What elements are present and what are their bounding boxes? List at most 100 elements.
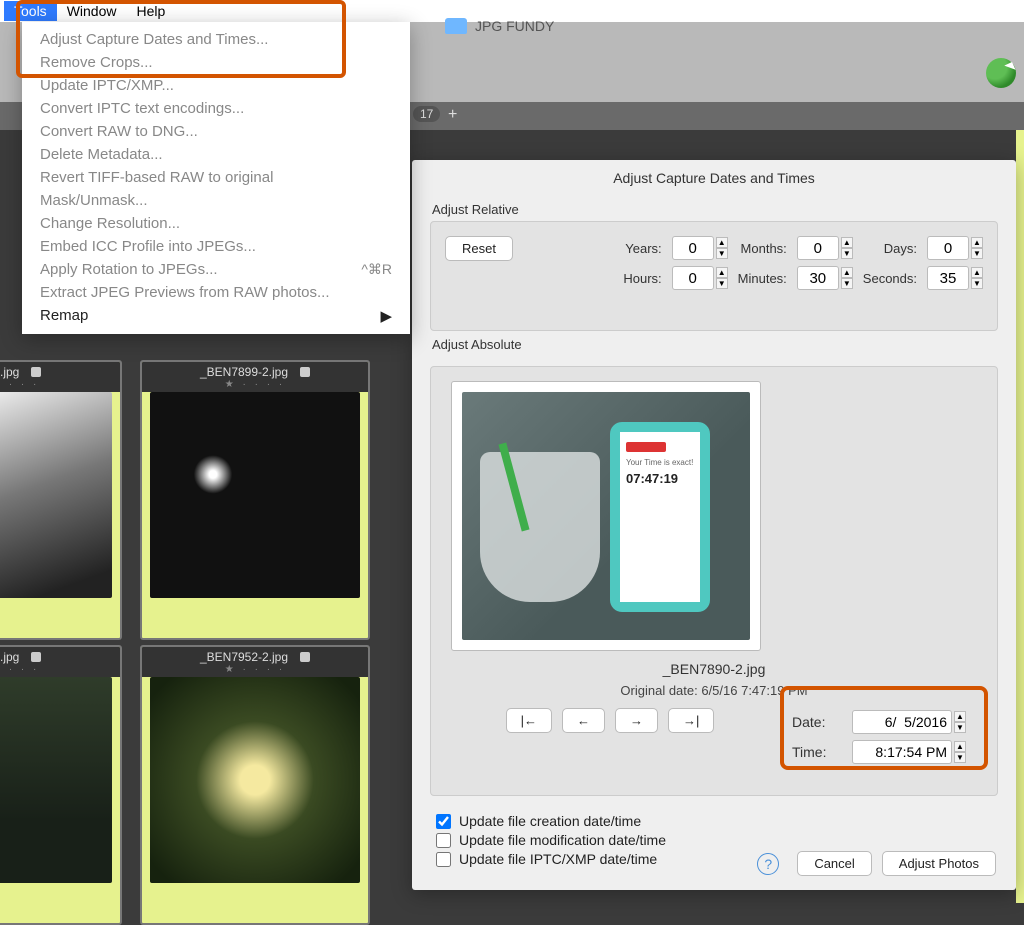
thumb-filename: 4-2.jpg (0, 650, 19, 664)
thumb-cell[interactable]: 4-2.jpg· · · · · (0, 645, 122, 925)
stepper-up-icon[interactable]: ▲ (971, 267, 983, 278)
breadcrumb-folder[interactable]: JPG FUNDY (445, 18, 554, 34)
seconds-input[interactable] (927, 266, 969, 290)
folder-name: JPG FUNDY (475, 18, 554, 34)
menuitem-apply-rotation-label: Apply Rotation to JPEGs... (40, 261, 218, 278)
days-label: Days: (863, 241, 917, 256)
adjust-relative-section: Reset Years: ▲▼ Months: ▲▼ Days: ▲▼ Hour… (430, 221, 998, 331)
seconds-stepper[interactable]: ▲▼ (927, 266, 983, 290)
thumb-flag-icon (31, 652, 41, 662)
nav-next-button[interactable]: → (615, 708, 658, 733)
stepper-down-icon[interactable]: ▼ (954, 722, 966, 733)
menuitem-remove-crops[interactable]: Remove Crops... (22, 51, 410, 74)
preview-phone-banner (626, 442, 666, 452)
tools-dropdown: Adjust Capture Dates and Times... Remove… (22, 22, 410, 334)
menuitem-mask-unmask[interactable]: Mask/Unmask... (22, 189, 410, 212)
menuitem-convert-encodings[interactable]: Convert IPTC text encodings... (22, 97, 410, 120)
submenu-arrow-icon: ▶ (380, 307, 392, 325)
nav-prev-button[interactable]: ← (562, 708, 605, 733)
stepper-up-icon[interactable]: ▲ (954, 711, 966, 722)
menu-tools[interactable]: Tools (4, 1, 57, 21)
preview-nav: |← ← → →| (445, 708, 775, 733)
stepper-up-icon[interactable]: ▲ (841, 237, 853, 248)
thumb-filename: _BEN7899-2.jpg (200, 365, 288, 379)
menuitem-update-iptc[interactable]: Update IPTC/XMP... (22, 74, 410, 97)
hours-stepper[interactable]: ▲▼ (672, 266, 728, 290)
add-tab-button[interactable]: + (448, 106, 457, 124)
adjust-absolute-section: Your Time is exact! 07:47:19 _BEN7890-2.… (430, 366, 998, 796)
dialog-buttons: ? Cancel Adjust Photos (757, 851, 996, 876)
stepper-down-icon[interactable]: ▼ (971, 248, 983, 259)
count-badge: 17 (413, 106, 440, 122)
adjust-photos-button[interactable]: Adjust Photos (882, 851, 996, 876)
thumb-image (150, 392, 360, 598)
dialog-title: Adjust Capture Dates and Times (412, 160, 1016, 196)
preview-straw (498, 442, 529, 531)
cancel-button[interactable]: Cancel (797, 851, 871, 876)
stepper-down-icon[interactable]: ▼ (841, 278, 853, 289)
minutes-stepper[interactable]: ▲▼ (797, 266, 853, 290)
check-iptc-box[interactable] (436, 852, 451, 867)
stepper-down-icon[interactable]: ▼ (841, 248, 853, 259)
stepper-down-icon[interactable]: ▼ (954, 752, 966, 763)
check-modification-label: Update file modification date/time (459, 832, 666, 848)
stepper-up-icon[interactable]: ▲ (954, 741, 966, 752)
reset-button[interactable]: Reset (445, 236, 513, 261)
check-modification[interactable]: Update file modification date/time (436, 832, 992, 848)
stepper-up-icon[interactable]: ▲ (716, 237, 728, 248)
relative-grid: Years: ▲▼ Months: ▲▼ Days: ▲▼ Hours: ▲▼ … (623, 236, 983, 290)
preview-image: Your Time is exact! 07:47:19 (462, 392, 750, 640)
preview-phone: Your Time is exact! 07:47:19 (610, 422, 710, 612)
date-input[interactable] (852, 710, 952, 734)
menuitem-adjust-dates[interactable]: Adjust Capture Dates and Times... (22, 28, 410, 51)
time-stepper[interactable]: ▲▼ (852, 740, 966, 764)
date-stepper[interactable]: ▲▼ (852, 710, 966, 734)
menuitem-delete-metadata[interactable]: Delete Metadata... (22, 143, 410, 166)
menuitem-apply-rotation[interactable]: Apply Rotation to JPEGs... ^⌘R (22, 258, 410, 281)
stepper-up-icon[interactable]: ▲ (841, 267, 853, 278)
stepper-down-icon[interactable]: ▼ (716, 248, 728, 259)
menuitem-convert-raw-dng[interactable]: Convert RAW to DNG... (22, 120, 410, 143)
days-input[interactable] (927, 236, 969, 260)
thumb-cell[interactable]: _BEN7899-2.jpg★ · · · · (140, 360, 370, 640)
preview-phone-time: 07:47:19 (626, 471, 694, 486)
adjust-absolute-label: Adjust Absolute (412, 331, 1016, 356)
days-stepper[interactable]: ▲▼ (927, 236, 983, 260)
preview-frame: Your Time is exact! 07:47:19 (451, 381, 761, 651)
preview-filename: _BEN7890-2.jpg (445, 661, 983, 677)
folder-icon (445, 18, 467, 34)
thumb-image (0, 392, 112, 598)
stepper-down-icon[interactable]: ▼ (971, 278, 983, 289)
check-creation-box[interactable] (436, 814, 451, 829)
menuitem-change-resolution[interactable]: Change Resolution... (22, 212, 410, 235)
menuitem-revert-tiff-raw[interactable]: Revert TIFF-based RAW to original (22, 166, 410, 189)
nav-first-button[interactable]: |← (506, 708, 552, 733)
months-input[interactable] (797, 236, 839, 260)
minutes-input[interactable] (797, 266, 839, 290)
menuitem-embed-icc[interactable]: Embed ICC Profile into JPEGs... (22, 235, 410, 258)
adjust-relative-label: Adjust Relative (412, 196, 1016, 221)
menuitem-remap[interactable]: Remap▶ (22, 304, 410, 328)
time-input[interactable] (852, 740, 952, 764)
globe-upload-icon[interactable] (986, 58, 1016, 88)
menuitem-extract-jpeg-previews[interactable]: Extract JPEG Previews from RAW photos... (22, 281, 410, 304)
years-stepper[interactable]: ▲▼ (672, 236, 728, 260)
check-modification-box[interactable] (436, 833, 451, 848)
check-creation[interactable]: Update file creation date/time (436, 813, 992, 829)
menu-window[interactable]: Window (57, 1, 127, 21)
thumb-cell[interactable]: 0-2.jpg· · · · · (0, 360, 122, 640)
years-input[interactable] (672, 236, 714, 260)
hours-input[interactable] (672, 266, 714, 290)
date-label: Date: (792, 714, 825, 730)
stepper-up-icon[interactable]: ▲ (971, 237, 983, 248)
nav-last-button[interactable]: →| (668, 708, 714, 733)
right-strip (1016, 130, 1024, 903)
check-creation-label: Update file creation date/time (459, 813, 641, 829)
stepper-down-icon[interactable]: ▼ (716, 278, 728, 289)
thumb-cell[interactable]: _BEN7952-2.jpg★ · · · · (140, 645, 370, 925)
thumb-flag-icon (300, 367, 310, 377)
months-stepper[interactable]: ▲▼ (797, 236, 853, 260)
menu-help[interactable]: Help (126, 1, 175, 21)
help-button[interactable]: ? (757, 853, 779, 875)
stepper-up-icon[interactable]: ▲ (716, 267, 728, 278)
